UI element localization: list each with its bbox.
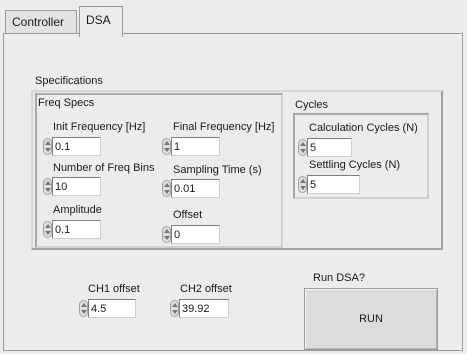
- settling-cycles-label: Settling Cycles (N): [309, 159, 401, 171]
- offset-field[interactable]: 0: [171, 225, 220, 244]
- ch1-offset-label: CH1 offset: [88, 283, 140, 295]
- num-freq-bins-spinner-icon[interactable]: [43, 178, 52, 195]
- offset-label: Offset: [173, 209, 203, 221]
- specifications-title: Specifications: [35, 75, 103, 87]
- calculation-cycles-field[interactable]: 5: [307, 138, 352, 157]
- sampling-time-label: Sampling Time (s): [173, 164, 262, 176]
- ch1-offset-field[interactable]: 4.5: [88, 299, 136, 318]
- num-freq-bins-label: Number of Freq Bins: [53, 162, 155, 174]
- tab-dsa[interactable]: DSA: [79, 6, 123, 37]
- ch1-offset-spinner-icon[interactable]: [79, 300, 88, 317]
- ch2-offset-field[interactable]: 39.92: [179, 299, 229, 318]
- settling-cycles-field[interactable]: 5: [307, 175, 360, 194]
- final-frequency-spinner-icon[interactable]: [162, 138, 171, 155]
- amplitude-label: Amplitude: [53, 204, 102, 216]
- amplitude-spinner-icon[interactable]: [43, 221, 52, 238]
- num-freq-bins-field[interactable]: 10: [52, 177, 101, 196]
- sampling-time-field[interactable]: 0.01: [171, 179, 220, 198]
- calculation-cycles-spinner-icon[interactable]: [298, 139, 307, 156]
- final-frequency-label: Final Frequency [Hz]: [173, 121, 275, 133]
- run-button[interactable]: RUN: [304, 288, 438, 350]
- init-frequency-field[interactable]: 0.1: [52, 137, 101, 156]
- freq-specs-title: Freq Specs: [38, 97, 95, 109]
- calculation-cycles-label: Calculation Cycles (N): [309, 122, 418, 134]
- run-dsa-prompt: Run DSA?: [313, 272, 365, 284]
- ch2-offset-label: CH2 offset: [180, 283, 232, 295]
- ch2-offset-spinner-icon[interactable]: [170, 300, 179, 317]
- sampling-time-spinner-icon[interactable]: [162, 180, 171, 197]
- cycles-title: Cycles: [295, 99, 329, 111]
- offset-spinner-icon[interactable]: [162, 226, 171, 243]
- init-frequency-spinner-icon[interactable]: [43, 138, 52, 155]
- settling-cycles-spinner-icon[interactable]: [298, 176, 307, 193]
- amplitude-field[interactable]: 0.1: [52, 220, 101, 239]
- init-frequency-label: Init Frequency [Hz]: [53, 121, 146, 133]
- tab-controller[interactable]: Controller: [5, 10, 77, 34]
- final-frequency-field[interactable]: 1: [171, 137, 220, 156]
